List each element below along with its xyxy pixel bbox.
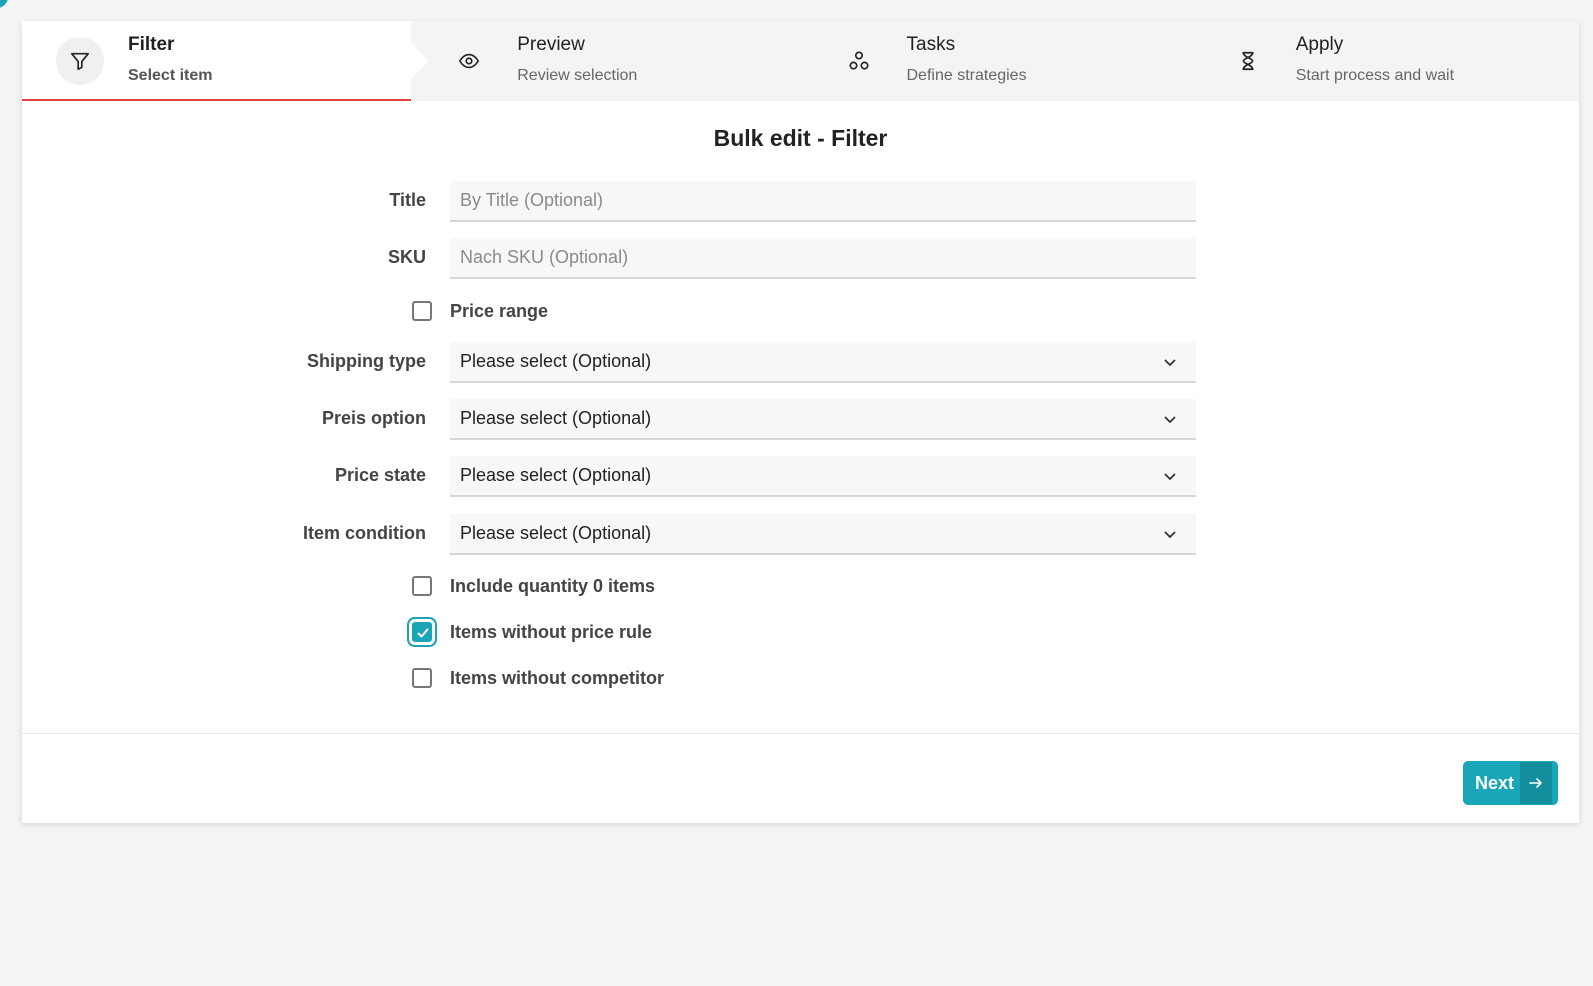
eye-icon	[445, 37, 493, 85]
preis-option-select[interactable]: Please select (Optional)	[450, 399, 1196, 440]
price-state-value: Please select (Optional)	[460, 465, 652, 485]
sku-input[interactable]	[450, 238, 1196, 279]
preis-option-label: Preis option	[321, 408, 426, 428]
stepper: Filter Select item Preview Review select…	[22, 21, 1579, 101]
item-condition-value: Please select (Optional)	[460, 523, 652, 543]
shipping-type-label: Shipping type	[307, 351, 426, 371]
step-title: Apply	[1295, 34, 1344, 55]
without-competitor-checkbox[interactable]	[412, 668, 432, 688]
step-tasks[interactable]: Tasks Define strategies	[801, 21, 1190, 101]
price-range-row: Price range	[412, 296, 548, 326]
chevron-down-icon	[1164, 473, 1176, 481]
price-range-checkbox[interactable]	[412, 301, 432, 321]
without-competitor-label: Items without competitor	[450, 667, 665, 688]
item-condition-select[interactable]: Please select (Optional)	[450, 514, 1196, 555]
without-price-rule-label: Items without price rule	[450, 621, 653, 642]
chevron-down-icon	[1164, 531, 1176, 539]
title-input[interactable]	[450, 181, 1196, 222]
corner-accent	[0, 0, 8, 8]
step-filter[interactable]: Filter Select item	[22, 21, 430, 101]
hourglass-icon	[1224, 37, 1272, 85]
price-range-label: Price range	[450, 300, 549, 321]
next-button[interactable]: Next	[1463, 761, 1558, 805]
step-title: Filter	[128, 34, 175, 55]
title-label: Title	[389, 190, 426, 210]
without-competitor-row: Items without competitor	[412, 663, 664, 693]
price-state-select[interactable]: Please select (Optional)	[450, 456, 1196, 497]
step-preview[interactable]: Preview Review selection	[411, 21, 800, 101]
page-title: Bulk edit - Filter	[713, 125, 888, 151]
chevron-down-icon	[1164, 359, 1176, 367]
step-title: Preview	[517, 34, 585, 55]
next-button-label: Next	[1474, 772, 1514, 793]
step-subtitle: Review selection	[517, 67, 638, 84]
include-qty-zero-label: Include quantity 0 items	[450, 575, 656, 596]
nodes-icon	[835, 37, 883, 85]
arrow-right-icon	[1520, 762, 1552, 804]
price-state-label: Price state	[334, 465, 426, 485]
preis-option-value: Please select (Optional)	[460, 408, 652, 428]
item-condition-label: Item condition	[303, 523, 426, 543]
shipping-type-select[interactable]: Please select (Optional)	[450, 342, 1196, 383]
include-qty-zero-checkbox[interactable]	[412, 576, 432, 596]
without-price-rule-row: Items without price rule	[412, 617, 652, 647]
step-apply[interactable]: Apply Start process and wait	[1190, 21, 1579, 101]
check-icon	[417, 628, 429, 638]
step-subtitle: Start process and wait	[1295, 67, 1455, 84]
step-subtitle: Select item	[128, 67, 213, 84]
shipping-type-value: Please select (Optional)	[460, 351, 652, 371]
chevron-down-icon	[1164, 416, 1176, 424]
bulk-edit-card: Filter Select item Preview Review select…	[22, 21, 1579, 823]
filter-icon	[56, 37, 104, 85]
sku-label: SKU	[387, 247, 426, 267]
footer-divider	[22, 733, 1579, 734]
include-qty-zero-row: Include quantity 0 items	[412, 571, 655, 601]
step-title: Tasks	[906, 34, 956, 55]
without-price-rule-checkbox[interactable]	[412, 622, 432, 642]
step-subtitle: Define strategies	[906, 67, 1027, 84]
